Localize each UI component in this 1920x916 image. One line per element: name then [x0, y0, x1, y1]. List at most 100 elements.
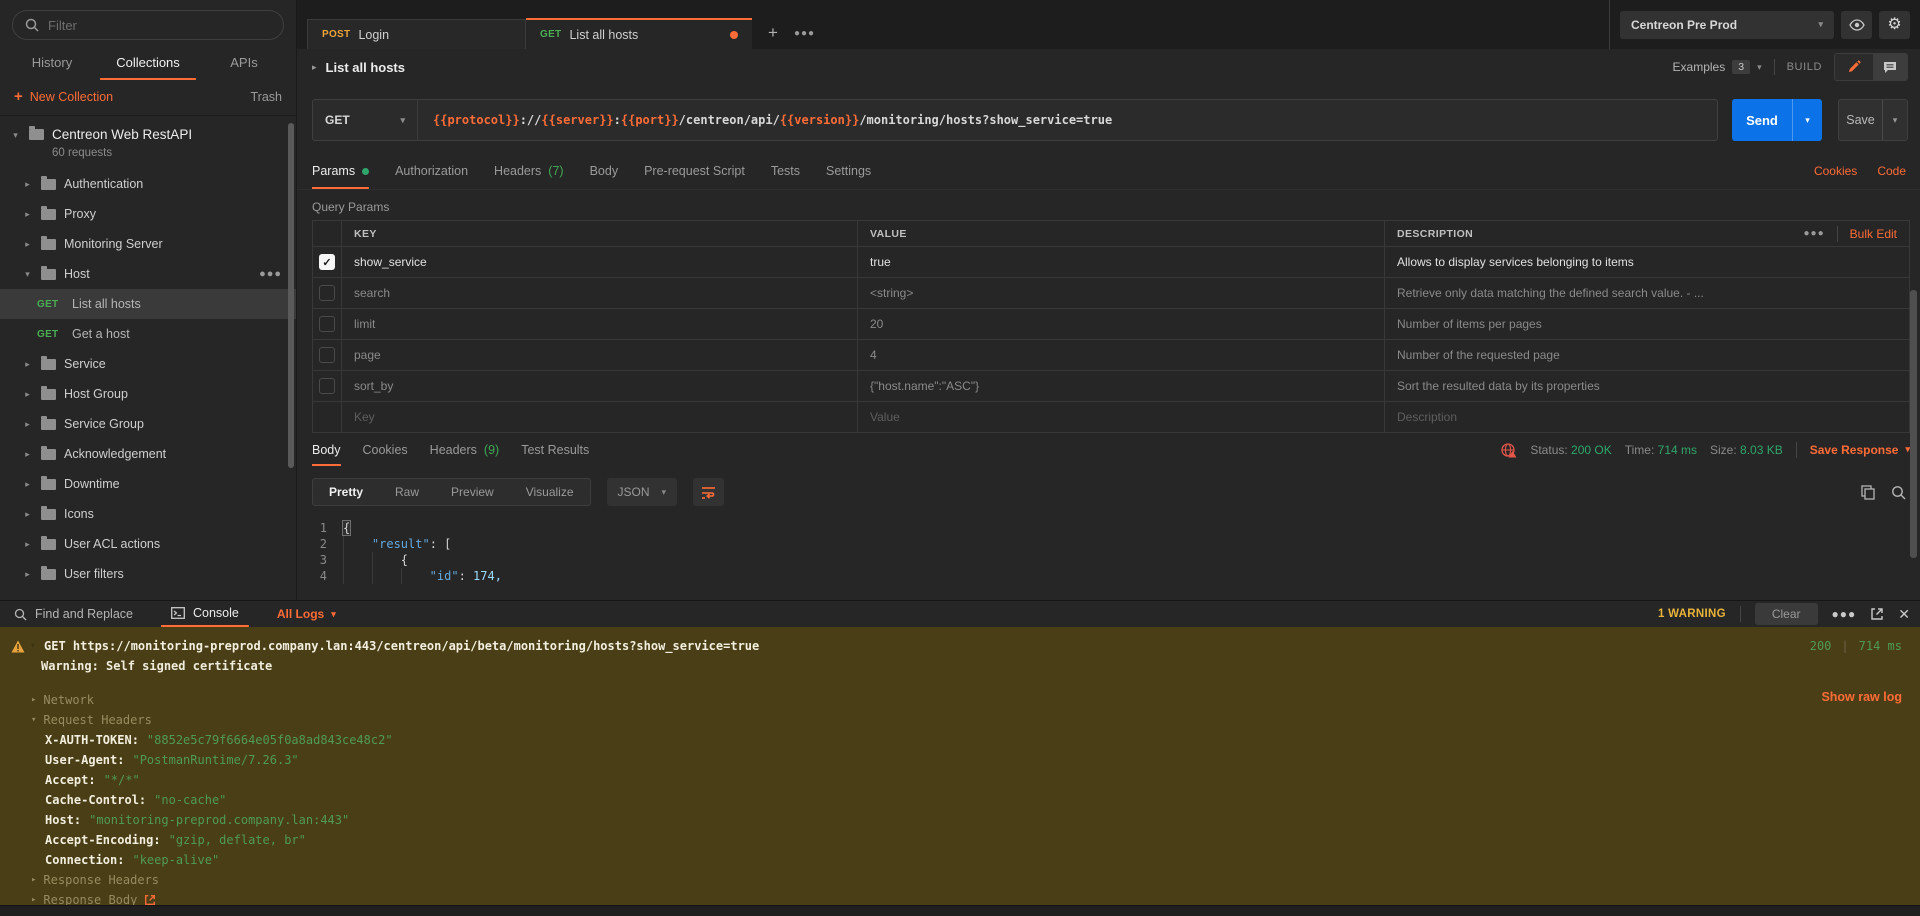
param-description-placeholder[interactable]: Description [1384, 401, 1909, 432]
param-value[interactable]: <string> [857, 277, 1384, 308]
edit-button[interactable] [1835, 54, 1873, 80]
param-key[interactable]: limit [341, 308, 857, 339]
param-key[interactable]: search [341, 277, 857, 308]
clear-console-button[interactable]: Clear [1755, 603, 1818, 625]
param-value[interactable]: 4 [857, 339, 1384, 370]
param-value[interactable]: true [857, 246, 1384, 277]
new-collection-button[interactable]: + New Collection [14, 89, 113, 104]
bulk-edit-link[interactable]: Bulk Edit [1850, 227, 1897, 241]
tab-response-cookies[interactable]: Cookies [363, 433, 408, 466]
sidebar-tab-apis[interactable]: APIs [196, 46, 292, 80]
sidebar-folder-downtime[interactable]: ▸Downtime [0, 469, 296, 499]
param-key[interactable]: page [341, 339, 857, 370]
new-tab-button[interactable]: + [768, 23, 778, 43]
sidebar-folder-proxy[interactable]: ▸Proxy [0, 199, 296, 229]
param-checkbox-checked[interactable]: ✓ [319, 254, 335, 270]
tab-headers[interactable]: Headers (7) [494, 153, 564, 189]
copy-icon[interactable] [1861, 485, 1875, 500]
param-description[interactable]: Number of items per pages [1384, 308, 1909, 339]
tab-params[interactable]: Params [312, 153, 369, 189]
sidebar-tab-history[interactable]: History [4, 46, 100, 80]
format-select[interactable]: JSON ▾ [607, 478, 678, 506]
view-pretty[interactable]: Pretty [313, 479, 379, 505]
url-input[interactable]: {{protocol}}://{{server}}:{{port}}/centr… [418, 99, 1718, 141]
tab-pre-request-script[interactable]: Pre-request Script [644, 153, 745, 189]
sidebar-folder-monitoring-server[interactable]: ▸Monitoring Server [0, 229, 296, 259]
tab-list-all-hosts[interactable]: GET List all hosts [526, 18, 752, 49]
param-description[interactable]: Retrieve only data matching the defined … [1384, 277, 1909, 308]
main-scrollbar[interactable] [1910, 290, 1917, 558]
param-key-placeholder[interactable]: Key [341, 401, 857, 432]
filter-box[interactable] [12, 10, 284, 40]
sidebar-folder-user-acl-actions[interactable]: ▸User ACL actions [0, 529, 296, 559]
console-request-entry[interactable]: ▾ GET https://monitoring-preprod.company… [11, 636, 1904, 656]
save-button[interactable]: Save [1838, 99, 1882, 141]
param-checkbox-unchecked[interactable] [319, 285, 335, 301]
show-raw-log-link[interactable]: Show raw log [1821, 690, 1902, 704]
param-value[interactable]: {"host.name":"ASC"} [857, 370, 1384, 401]
param-key[interactable]: show_service [341, 246, 857, 277]
param-value-placeholder[interactable]: Value [857, 401, 1384, 432]
collection-root[interactable]: ▾ Centreon Web RestAPI 60 requests [0, 116, 296, 169]
code-link[interactable]: Code [1877, 164, 1906, 178]
param-description[interactable]: Sort the resulted data by its properties [1384, 370, 1909, 401]
environment-select[interactable]: Centreon Pre Prod ▾ [1620, 11, 1834, 39]
param-checkbox-unchecked[interactable] [319, 378, 335, 394]
comment-button[interactable] [1873, 54, 1907, 80]
open-in-new-icon[interactable] [1870, 607, 1884, 621]
filter-input[interactable] [48, 18, 271, 33]
param-checkbox-unchecked[interactable] [319, 316, 335, 332]
view-raw[interactable]: Raw [379, 479, 435, 505]
param-description[interactable]: Allows to display services belonging to … [1384, 246, 1909, 277]
log-filter-dropdown[interactable]: All Logs ▾ [277, 607, 336, 621]
search-response-icon[interactable] [1891, 485, 1906, 500]
ssl-warning-globe-icon[interactable] [1500, 442, 1517, 458]
console-section-response-headers[interactable]: ▸ Response Headers [31, 870, 1904, 890]
save-options-button[interactable]: ▾ [1882, 99, 1908, 141]
save-response-button[interactable]: Save Response ▾ [1810, 443, 1910, 457]
view-preview[interactable]: Preview [435, 479, 510, 505]
send-options-button[interactable]: ▾ [1792, 99, 1822, 141]
sidebar-folder-authentication[interactable]: ▸Authentication [0, 169, 296, 199]
view-visualize[interactable]: Visualize [510, 479, 590, 505]
tab-response-body[interactable]: Body [312, 433, 341, 466]
find-and-replace-button[interactable]: Find and Replace [14, 607, 133, 621]
send-button[interactable]: Send [1732, 99, 1792, 141]
table-options-button[interactable]: ●●● [1804, 228, 1825, 239]
tab-body[interactable]: Body [590, 153, 619, 189]
tab-test-results[interactable]: Test Results [521, 433, 589, 466]
sidebar-folder-host-group[interactable]: ▸Host Group [0, 379, 296, 409]
response-body-editor[interactable]: 1 { 2 "result": [ 3 { 4 "id": 174, [297, 512, 1920, 584]
folder-options-button[interactable]: ●●● [259, 268, 282, 280]
method-select[interactable]: GET ▾ [312, 99, 418, 141]
tab-options-button[interactable]: ●●● [794, 28, 815, 39]
sidebar-folder-host[interactable]: ▾Host●●● [0, 259, 296, 289]
close-console-button[interactable]: ✕ [1898, 606, 1910, 623]
sidebar-folder-service-group[interactable]: ▸Service Group [0, 409, 296, 439]
param-checkbox-unchecked[interactable] [319, 347, 335, 363]
sidebar-tab-collections[interactable]: Collections [100, 46, 196, 80]
cookies-link[interactable]: Cookies [1814, 164, 1857, 178]
sidebar-folder-icons[interactable]: ▸Icons [0, 499, 296, 529]
tab-login[interactable]: POST Login [307, 19, 526, 49]
sidebar-folder-acknowledgement[interactable]: ▸Acknowledgement [0, 439, 296, 469]
sidebar-request-list-all-hosts[interactable]: GETList all hosts [0, 289, 296, 319]
sidebar-folder-service[interactable]: ▸Service [0, 349, 296, 379]
tab-console[interactable]: Console [161, 601, 249, 627]
trash-button[interactable]: Trash [251, 90, 283, 104]
settings-button[interactable]: ⚙ [1879, 11, 1910, 39]
param-key[interactable]: sort_by [341, 370, 857, 401]
chevron-down-icon[interactable]: ▾ [10, 130, 21, 141]
sidebar-scrollbar[interactable] [288, 123, 294, 468]
chevron-down-icon[interactable]: ▾ [30, 641, 39, 651]
tab-tests[interactable]: Tests [771, 153, 800, 189]
param-value[interactable]: 20 [857, 308, 1384, 339]
tab-authorization[interactable]: Authorization [395, 153, 468, 189]
wrap-text-button[interactable] [693, 478, 724, 506]
console-options-button[interactable]: ●●● [1832, 607, 1857, 621]
tab-settings[interactable]: Settings [826, 153, 871, 189]
console-section-network[interactable]: ▸ Network [31, 690, 1904, 710]
tab-response-headers[interactable]: Headers (9) [430, 433, 500, 466]
chevron-right-icon[interactable]: ▸ [312, 62, 317, 73]
console-section-request-headers[interactable]: ▾ Request Headers [31, 710, 1904, 730]
